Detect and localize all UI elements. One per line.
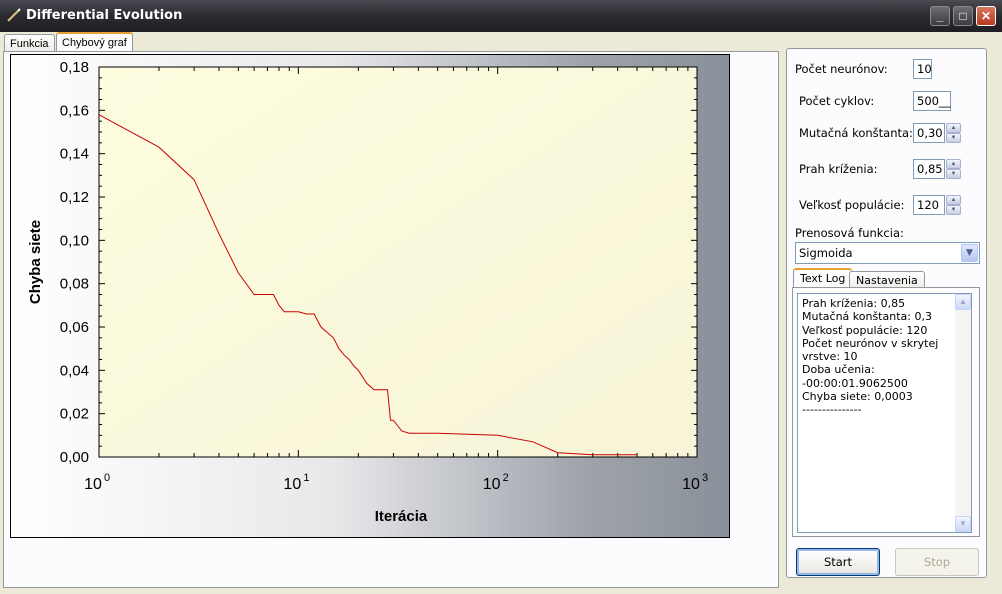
log-line: Chyba siete: 0,0003	[802, 390, 913, 404]
x-tick-label: 10	[483, 476, 501, 493]
window-title: Differential Evolution	[26, 8, 183, 23]
y-tick-label: 0,16	[60, 102, 89, 119]
transfer-function-value: Sigmoida	[799, 246, 853, 260]
population-stepper[interactable]: ▲ ▼	[946, 195, 961, 215]
scroll-down-icon[interactable]: ▼	[955, 516, 971, 532]
tab-text-log[interactable]: Text Log	[793, 268, 853, 289]
cycles-input[interactable]: 500__	[913, 91, 951, 111]
close-button[interactable]: ✕	[976, 6, 996, 26]
x-tick-exponent: 1	[303, 472, 309, 484]
spin-down-icon[interactable]: ▼	[946, 205, 961, 215]
mutation-stepper[interactable]: ▲ ▼	[946, 123, 961, 143]
scroll-up-icon[interactable]: ▲	[955, 294, 971, 310]
log-scrollbar[interactable]: ▲ ▼	[955, 294, 971, 532]
x-tick-label: 10	[283, 476, 301, 493]
log-line: ---------------	[802, 403, 862, 417]
y-tick-label: 0,08	[60, 276, 89, 293]
minimize-button[interactable]: _	[930, 6, 950, 26]
y-tick-label: 0,04	[60, 362, 89, 379]
stop-button[interactable]: Stop	[895, 548, 979, 576]
neurons-label: Počet neurónov:	[795, 62, 888, 76]
transfer-function-label: Prenosová funkcia:	[795, 226, 904, 240]
population-label: Veľkosť populácie:	[799, 198, 905, 212]
transfer-function-select[interactable]: Sigmoida ▼	[795, 242, 980, 264]
maximize-button[interactable]: □	[953, 6, 973, 26]
text-log[interactable]: Prah kríženia: 0,85 Mutačná konštanta: 0…	[797, 293, 972, 533]
x-tick-label: 10	[682, 476, 700, 493]
y-axis-label: Chyba siete	[27, 220, 44, 304]
log-line: Prah kríženia: 0,85	[802, 297, 906, 310]
x-tick-exponent: 3	[702, 472, 708, 484]
log-line: Doba učenia:	[802, 363, 875, 377]
x-tick-exponent: 2	[503, 472, 509, 484]
x-tick-label: 10	[84, 476, 102, 493]
y-tick-label: 0,18	[60, 59, 89, 76]
spin-down-icon[interactable]: ▼	[946, 169, 961, 179]
tab-chybovy-graf[interactable]: Chybový graf	[56, 32, 133, 52]
y-tick-label: 0,02	[60, 406, 89, 423]
x-axis-label: Iterácia	[375, 508, 428, 525]
chevron-down-icon[interactable]: ▼	[961, 244, 978, 262]
spin-down-icon[interactable]: ▼	[946, 133, 961, 143]
crossover-stepper[interactable]: ▲ ▼	[946, 159, 961, 179]
log-line: vrstve: 10	[802, 350, 858, 364]
error-chart: 0,00 0,02 0,04 0,06 0,08 0,10 0,12 0,14 0,16 0,18…	[27, 59, 708, 525]
spin-up-icon[interactable]: ▲	[946, 195, 961, 205]
log-line: -00:00:01.9062500	[802, 376, 908, 390]
y-tick-label: 0,10	[60, 232, 89, 249]
close-icon: ✕	[980, 9, 992, 23]
y-tick-label: 0,12	[60, 189, 89, 206]
y-tick-label: 0,06	[60, 319, 89, 336]
y-tick-label: 0,14	[60, 146, 89, 163]
log-line: Mutačná konštanta: 0,3	[802, 310, 932, 324]
tab-funkcia[interactable]: Funkcia	[4, 34, 55, 52]
y-tick-label: 0,00	[60, 449, 89, 466]
x-tick-exponent: 0	[104, 472, 110, 484]
log-line: Počet neurónov v skrytej	[802, 336, 939, 350]
plot-area	[98, 66, 698, 458]
mutation-input[interactable]: 0,30	[913, 123, 945, 143]
start-button[interactable]: Start	[796, 548, 880, 576]
log-line: Veľkosť populácie: 120	[802, 323, 928, 337]
spin-up-icon[interactable]: ▲	[946, 123, 961, 133]
chart-area: 0,00 0,02 0,04 0,06 0,08 0,10 0,12 0,14 0,16 0,18…	[10, 54, 730, 538]
maximize-icon: □	[959, 9, 967, 23]
log-lines: Prah kríženia: 0,85 Mutačná konštanta: 0…	[802, 297, 952, 417]
wand-icon	[7, 8, 21, 22]
minimize-icon: _	[936, 9, 944, 23]
crossover-label: Prah kríženia:	[799, 162, 878, 176]
neurons-input[interactable]: 10	[913, 59, 932, 79]
title-bar: Differential Evolution _ □ ✕	[0, 0, 1002, 32]
cycles-label: Počet cyklov:	[799, 94, 875, 108]
population-input[interactable]: 120	[913, 195, 945, 215]
crossover-input[interactable]: 0,85	[913, 159, 945, 179]
mutation-label: Mutačná konštanta:	[799, 126, 913, 140]
spin-up-icon[interactable]: ▲	[946, 159, 961, 169]
